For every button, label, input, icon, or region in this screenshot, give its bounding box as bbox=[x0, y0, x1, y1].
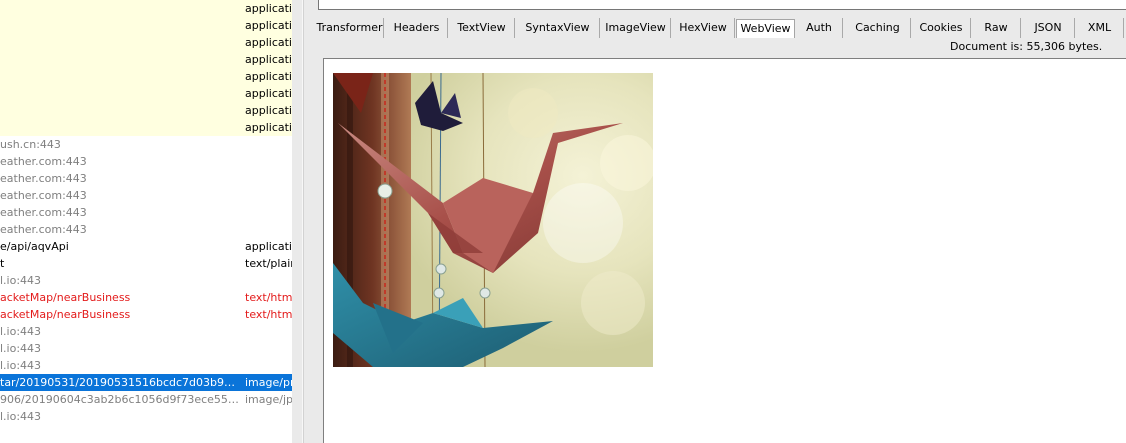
session-url: eather.com:443 bbox=[0, 206, 87, 219]
splitter-shadow bbox=[303, 0, 304, 443]
response-image bbox=[333, 73, 653, 367]
session-url: eather.com:443 bbox=[0, 172, 87, 185]
session-url: eather.com:443 bbox=[0, 223, 87, 236]
tab-xml[interactable]: XML bbox=[1076, 18, 1124, 38]
session-row[interactable]: l.io:443 bbox=[0, 272, 292, 289]
session-content-type: application bbox=[245, 87, 292, 100]
session-url: tar/20190531/20190531516bcdc7d03b9883c..… bbox=[0, 376, 240, 389]
session-url: ush.cn:443 bbox=[0, 138, 61, 151]
session-url: 906/20190604c3ab2b6c1056d9f73ece554b66..… bbox=[0, 393, 240, 406]
session-row[interactable]: application bbox=[0, 17, 292, 34]
session-url: e/api/aqvApi bbox=[0, 240, 69, 253]
tab-imageview[interactable]: ImageView bbox=[601, 18, 671, 38]
session-content-type: application bbox=[245, 240, 292, 253]
session-row[interactable]: l.io:443 bbox=[0, 357, 292, 374]
session-row[interactable]: ush.cn:443 bbox=[0, 136, 292, 153]
pane-splitter[interactable] bbox=[292, 0, 313, 443]
session-url: acketMap/nearBusiness bbox=[0, 308, 131, 321]
session-content-type: application bbox=[245, 19, 292, 32]
session-row[interactable]: t text/plain bbox=[0, 255, 292, 272]
session-content-type: application bbox=[245, 70, 292, 83]
session-row[interactable]: 906/20190604c3ab2b6c1056d9f73ece554b66..… bbox=[0, 391, 292, 408]
session-content-type: application bbox=[245, 53, 292, 66]
tab-headers[interactable]: Headers bbox=[386, 18, 448, 38]
session-url: acketMap/nearBusiness bbox=[0, 291, 131, 304]
tab-hexview[interactable]: HexView bbox=[672, 18, 735, 38]
session-row[interactable]: eather.com:443 bbox=[0, 204, 292, 221]
session-content-type: text/html; bbox=[245, 291, 292, 304]
session-row[interactable]: application bbox=[0, 34, 292, 51]
session-row[interactable]: eather.com:443 bbox=[0, 187, 292, 204]
session-row[interactable]: acketMap/nearBusiness text/html; bbox=[0, 289, 292, 306]
session-url: l.io:443 bbox=[0, 342, 42, 355]
session-url: eather.com:443 bbox=[0, 189, 87, 202]
tab-raw[interactable]: Raw bbox=[972, 18, 1021, 38]
session-row-selected[interactable]: tar/20190531/20190531516bcdc7d03b9883c..… bbox=[0, 374, 292, 391]
session-url: t bbox=[0, 257, 5, 270]
tab-auth[interactable]: Auth bbox=[796, 18, 843, 38]
session-content-type: application bbox=[245, 121, 292, 134]
document-size-status: Document is: 55,306 bytes. bbox=[950, 40, 1103, 53]
tab-caching[interactable]: Caching bbox=[845, 18, 911, 38]
session-row[interactable]: application bbox=[0, 0, 292, 17]
session-row[interactable]: l.io:443 bbox=[0, 340, 292, 357]
tab-cookies[interactable]: Cookies bbox=[912, 18, 971, 38]
session-row[interactable]: application bbox=[0, 102, 292, 119]
session-content-type: text/html; bbox=[245, 308, 292, 321]
session-row[interactable]: eather.com:443 bbox=[0, 170, 292, 187]
session-content-type: text/plain bbox=[245, 257, 292, 270]
session-url: l.io:443 bbox=[0, 410, 42, 423]
tab-textview[interactable]: TextView bbox=[449, 18, 515, 38]
session-content-type: image/png bbox=[245, 376, 292, 389]
session-list[interactable]: application application application applica… bbox=[0, 0, 292, 443]
session-row[interactable]: l.io:443 bbox=[0, 323, 292, 340]
session-content-type: application bbox=[245, 104, 292, 117]
session-row[interactable]: e/api/aqvApi application bbox=[0, 238, 292, 255]
session-row[interactable]: eather.com:443 bbox=[0, 153, 292, 170]
tab-transformer[interactable]: Transformer bbox=[316, 18, 384, 38]
session-row[interactable]: eather.com:443 bbox=[0, 221, 292, 238]
response-inspector: Transformer Headers TextView SyntaxView Imag… bbox=[313, 0, 1126, 443]
session-row[interactable]: application bbox=[0, 85, 292, 102]
tab-syntaxview[interactable]: SyntaxView bbox=[516, 18, 600, 38]
tab-json[interactable]: JSON bbox=[1022, 18, 1075, 38]
session-row[interactable]: l.io:443 bbox=[0, 408, 292, 425]
session-url: l.io:443 bbox=[0, 359, 42, 372]
session-url: l.io:443 bbox=[0, 274, 42, 287]
session-row[interactable]: application bbox=[0, 51, 292, 68]
session-row[interactable]: application bbox=[0, 68, 292, 85]
session-row[interactable]: application bbox=[0, 119, 292, 136]
session-row[interactable]: acketMap/nearBusiness text/html; bbox=[0, 306, 292, 323]
session-content-type: application bbox=[245, 2, 292, 15]
tab-webview[interactable]: WebView bbox=[736, 19, 795, 38]
session-content-type: application bbox=[245, 36, 292, 49]
session-content-type: image/jpe bbox=[245, 393, 292, 406]
session-url: l.io:443 bbox=[0, 325, 42, 338]
request-pane-bottom-edge bbox=[318, 0, 1126, 10]
session-url: eather.com:443 bbox=[0, 155, 87, 168]
response-tabstrip: Transformer Headers TextView SyntaxView Imag… bbox=[316, 18, 1126, 38]
origami-cranes-photo bbox=[333, 73, 653, 367]
webview-pane[interactable] bbox=[323, 58, 1126, 443]
